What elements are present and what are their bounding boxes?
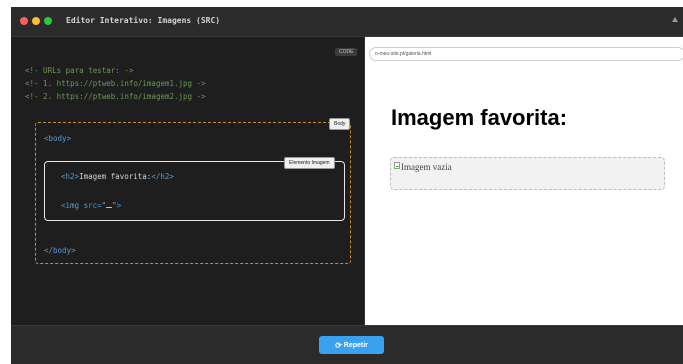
comment-line: <!- 2. https://ptweb.info/imagem2.jpg -> — [25, 92, 206, 101]
h2-code-text: Imagem favorita: — [79, 172, 152, 181]
refresh-icon: ⟳ — [335, 340, 342, 350]
editor-window: Editor Interativo: Imagens (SRC) CODE <!… — [11, 7, 683, 364]
comment-line: <!- 1. https://ptweb.info/imagem1.jpg -> — [25, 79, 206, 88]
image-element-badge: Elemento Imagem — [284, 157, 335, 169]
code-editor-panel[interactable]: CODE <!- URLs para testar: -> <!- 1. htt… — [11, 37, 365, 325]
footer-bar: ⟳ Repetir — [11, 325, 683, 364]
collapse-arrow-icon[interactable] — [672, 17, 678, 22]
maximize-dot-icon[interactable] — [44, 17, 52, 25]
body-close-tag: </body> — [44, 246, 76, 255]
img-tag-prefix: <img src= — [61, 201, 102, 210]
img-tag-suffix: > — [116, 201, 122, 210]
broken-image-icon — [394, 162, 400, 169]
h2-code-line: <h2>Imagem favorita:</h2> — [61, 172, 174, 181]
minimize-dot-icon[interactable] — [32, 17, 40, 25]
h2-close-tag: </h2> — [151, 172, 174, 181]
img-code-line: <img src=" "> — [61, 200, 121, 210]
body-badge: Body — [329, 118, 351, 130]
image-element-block: Elemento Imagem <h2>Imagem favorita:</h2… — [44, 157, 345, 221]
url-bar[interactable]: o-meu-site.pt/galeria.html — [369, 47, 683, 61]
code-badge: CODE — [335, 48, 358, 56]
preview-panel: o-meu-site.pt/galeria.html Imagem favori… — [365, 37, 683, 325]
body-block: Body <body> Elemento Imagem <h2>Imagem f… — [35, 118, 351, 264]
preview-heading: Imagem favorita: — [391, 105, 568, 130]
comment-line: <!- URLs para testar: -> — [25, 66, 134, 75]
h2-open-tag: <h2> — [61, 172, 80, 181]
window-title: Editor Interativo: Imagens (SRC) — [66, 16, 221, 25]
title-bar: Editor Interativo: Imagens (SRC) — [11, 7, 683, 37]
image-alt-text: Imagem vazia — [401, 162, 452, 172]
repeat-button[interactable]: ⟳ Repetir — [319, 336, 384, 354]
body-open-tag: <body> — [44, 134, 72, 143]
image-placeholder: Imagem vazia — [390, 157, 665, 190]
close-dot-icon[interactable] — [20, 17, 28, 25]
repeat-label: Repetir — [343, 341, 368, 349]
